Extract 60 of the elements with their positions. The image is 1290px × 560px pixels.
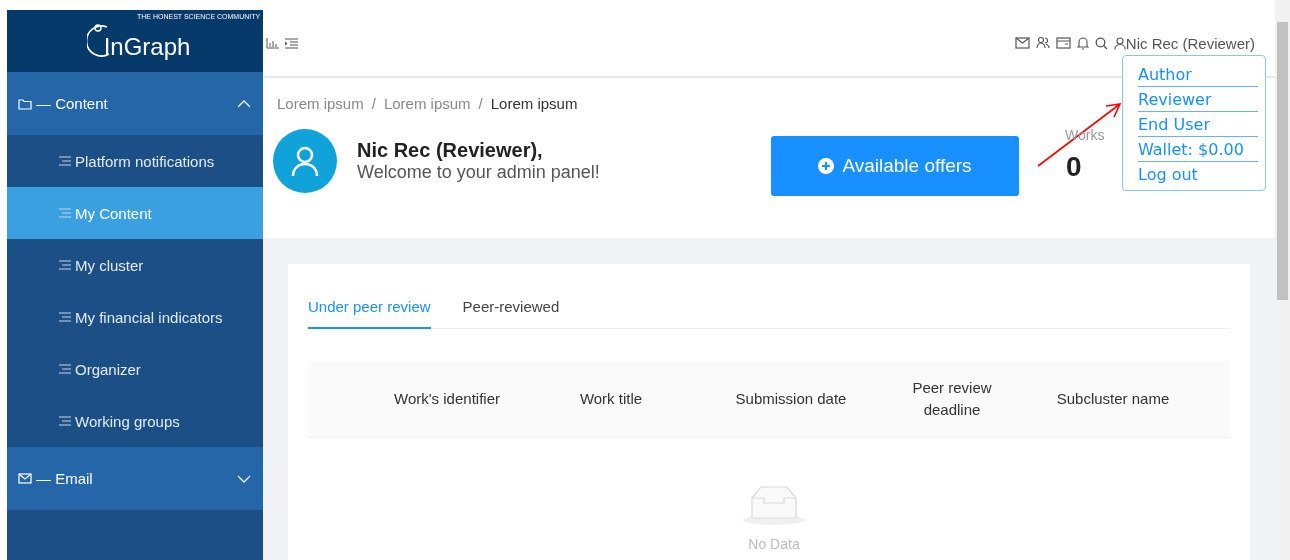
user-icon: [1113, 36, 1126, 50]
empty-text: No Data: [748, 536, 800, 552]
menu-item[interactable]: End User: [1138, 112, 1258, 137]
breadcrumb-separator: /: [371, 95, 376, 112]
welcome-message: Welcome to your admin panel!: [357, 162, 601, 183]
user-icon: [290, 145, 320, 177]
tab[interactable]: Peer-reviewed: [462, 296, 560, 328]
item-label: My cluster: [75, 256, 144, 274]
folder-icon: [18, 97, 32, 110]
item-label: Platform notifications: [75, 152, 215, 170]
breadcrumb-link[interactable]: Lorem ipsum: [277, 95, 364, 112]
item-label: My financial indicators: [75, 308, 223, 326]
column-header: Work title: [578, 389, 644, 409]
mail-icon: [18, 473, 32, 484]
user-name: Nic Rec (Reviewer),: [357, 139, 544, 162]
sidebar-item[interactable]: Organizer: [7, 343, 263, 395]
chevron-icon: [237, 474, 251, 483]
scrollbar[interactable]: [1275, 0, 1290, 560]
sidebar-item[interactable]: Platform notifications: [7, 135, 263, 187]
user-menu-toggle[interactable]: Nic Rec (Reviewer): [1113, 34, 1255, 52]
sidebar-item[interactable]: My Content: [7, 187, 263, 239]
search-icon[interactable]: [1094, 36, 1108, 50]
breadcrumb-link[interactable]: Lorem ipsum: [383, 95, 471, 112]
tab[interactable]: Under peer review: [308, 296, 431, 329]
wallet-icon[interactable]: [1055, 37, 1071, 49]
sidebar-item[interactable]: My financial indicators: [7, 291, 263, 343]
menu-item[interactable]: Wallet: $0.00: [1138, 137, 1258, 162]
sidebar-item[interactable]: My cluster: [7, 239, 263, 291]
stat-value: 0: [1065, 151, 1082, 183]
bell-icon[interactable]: [1076, 36, 1089, 50]
menu-item[interactable]: Reviewer: [1138, 87, 1258, 112]
item-label: My Content: [75, 204, 152, 222]
menu-lines-icon: [59, 260, 71, 270]
available-offers-button[interactable]: Available offers: [771, 136, 1019, 196]
menu-item[interactable]: Log out: [1138, 162, 1258, 186]
mail-icon[interactable]: [1014, 37, 1030, 49]
chevron-icon: [237, 99, 251, 108]
plus-circle-icon: [818, 158, 835, 174]
column-header: Subcluster name: [1055, 389, 1171, 409]
indent-list-icon[interactable]: [285, 37, 298, 49]
menu-item[interactable]: Author: [1138, 62, 1258, 87]
empty-inbox-icon: [741, 484, 807, 526]
menu-lines-icon: [59, 364, 71, 374]
menu-lines-icon: [59, 416, 71, 426]
column-header: Submission date: [734, 389, 848, 409]
logo-name: InGraph: [103, 33, 191, 61]
column-header: Peer review deadline: [911, 378, 993, 420]
section-label: — Content: [36, 95, 109, 112]
breadcrumb-separator: /: [478, 95, 483, 112]
item-label: Working groups: [75, 412, 180, 430]
menu-lines-icon: [59, 312, 71, 322]
section-label: — Email: [36, 470, 94, 487]
sidebar-item[interactable]: Working groups: [7, 395, 263, 447]
users-icon[interactable]: [1035, 36, 1050, 50]
menu-lines-icon: [59, 156, 71, 166]
menu-lines-icon: [59, 208, 71, 218]
sidebar-section-header[interactable]: — Email: [7, 447, 263, 510]
item-label: Organizer: [75, 360, 141, 378]
column-header: Work's identifier: [393, 389, 501, 409]
sidebar-section-header[interactable]: — Content: [7, 72, 263, 135]
